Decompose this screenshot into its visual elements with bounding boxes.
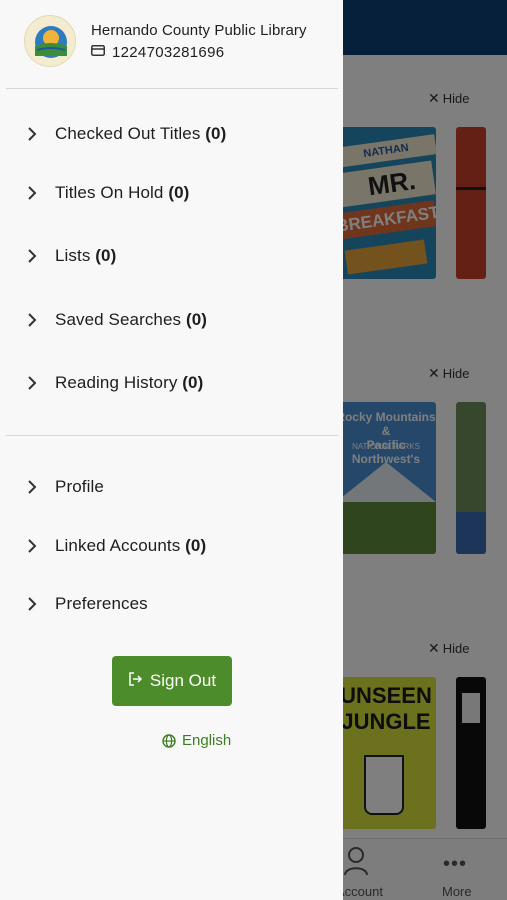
menu-item-count: (0) bbox=[205, 124, 227, 143]
navigation-drawer: Hernando County Public Library 122470328… bbox=[0, 0, 343, 900]
menu-item-saved-searches[interactable]: Saved Searches (0) bbox=[0, 298, 343, 342]
menu-item-label: Checked Out Titles bbox=[55, 124, 201, 143]
card-icon bbox=[91, 43, 105, 61]
language-label: English bbox=[182, 732, 232, 749]
dark-mode-toggle[interactable] bbox=[108, 732, 128, 752]
menu-item-label: Titles On Hold bbox=[55, 183, 164, 202]
menu-item-profile[interactable]: Profile bbox=[0, 465, 343, 509]
menu-item-label: Saved Searches bbox=[55, 310, 182, 329]
chevron-right-icon bbox=[26, 312, 38, 333]
sign-out-label: Sign Out bbox=[149, 671, 217, 690]
sign-out-icon bbox=[128, 671, 142, 691]
menu-item-label: Preferences bbox=[55, 594, 148, 613]
drawer-header: Hernando County Public Library 122470328… bbox=[0, 0, 343, 88]
divider-top bbox=[6, 88, 338, 89]
chevron-right-icon bbox=[26, 185, 38, 206]
menu-item-holds[interactable]: Titles On Hold (0) bbox=[0, 171, 343, 215]
menu-item-label: Lists bbox=[55, 246, 91, 265]
menu-item-reading-history[interactable]: Reading History (0) bbox=[0, 361, 343, 405]
chevron-right-icon bbox=[26, 479, 38, 500]
menu-item-count: (0) bbox=[182, 373, 204, 392]
menu-item-lists[interactable]: Lists (0) bbox=[0, 234, 343, 278]
chevron-right-icon bbox=[26, 538, 38, 559]
menu-item-count: (0) bbox=[168, 183, 190, 202]
library-name: Hernando County Public Library bbox=[91, 22, 307, 39]
menu-item-count: (0) bbox=[185, 310, 208, 329]
menu-item-count: (0) bbox=[185, 536, 207, 555]
card-number: 1224703281696 bbox=[112, 43, 225, 61]
library-card: 1224703281696 bbox=[91, 43, 224, 61]
language-selector[interactable]: English bbox=[162, 732, 231, 749]
menu-item-label: Linked Accounts bbox=[55, 536, 181, 555]
divider-middle bbox=[6, 435, 338, 436]
globe-icon bbox=[162, 733, 176, 748]
chevron-right-icon bbox=[26, 126, 38, 147]
menu-item-label: Reading History bbox=[55, 373, 178, 392]
menu-item-label: Profile bbox=[55, 477, 104, 496]
moon-icon bbox=[113, 734, 121, 750]
menu-item-checked-out[interactable]: Checked Out Titles (0) bbox=[0, 112, 343, 156]
library-logo bbox=[24, 15, 76, 67]
menu-item-linked-accounts[interactable]: Linked Accounts (0) bbox=[0, 524, 343, 568]
menu-item-count: (0) bbox=[95, 246, 117, 265]
chevron-right-icon bbox=[26, 375, 38, 396]
menu-item-preferences[interactable]: Preferences bbox=[0, 582, 343, 626]
chevron-right-icon bbox=[26, 596, 38, 617]
sign-out-button[interactable]: Sign Out bbox=[112, 656, 232, 706]
chevron-right-icon bbox=[26, 248, 38, 269]
